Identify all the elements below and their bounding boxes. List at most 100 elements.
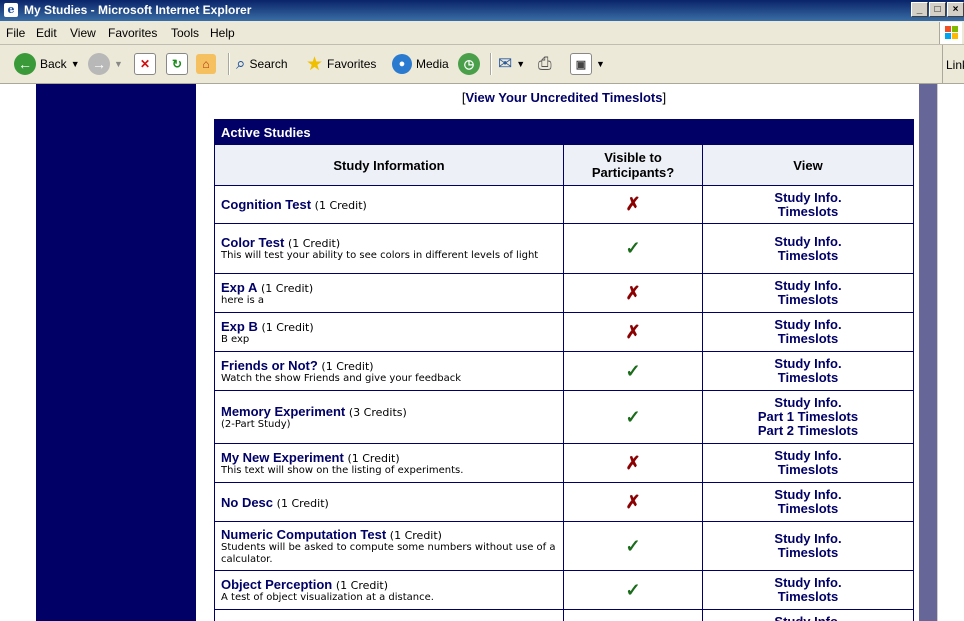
star-icon: ★: [306, 53, 324, 75]
study-info-link[interactable]: Study Info.: [704, 190, 912, 205]
table-row: Friends or Not? (1 Credit) Watch the show…: [214, 351, 914, 391]
search-label: Search: [249, 57, 288, 71]
mail-button[interactable]: ✉ ▼: [498, 52, 525, 76]
study-info-link[interactable]: Study Info.: [704, 449, 912, 463]
timeslots-link[interactable]: Timeslots: [704, 293, 912, 307]
visibility-cell: ✗: [563, 443, 703, 483]
refresh-icon: ↻: [166, 53, 188, 75]
visibility-cell: ✗: [563, 185, 703, 224]
study-name[interactable]: Exp B: [221, 319, 258, 334]
media-button[interactable]: ● Media: [392, 52, 449, 76]
study-info-link[interactable]: Study Info.: [704, 532, 912, 546]
timeslots-link[interactable]: Timeslots: [704, 248, 912, 263]
study-info-link[interactable]: Study Info.: [704, 576, 912, 590]
close-button[interactable]: ×: [947, 2, 964, 17]
menu-tools[interactable]: Tools: [171, 26, 199, 40]
check-icon: ✓: [625, 579, 641, 600]
uncredited-timeslots-line: [View Your Uncredited Timeslots]: [214, 90, 914, 105]
table-row: Quick Web Experiment (1 Credit)✓Study In…: [214, 609, 914, 621]
timeslots-link[interactable]: Part 1 Timeslots: [704, 410, 912, 424]
favorites-button[interactable]: ★ Favorites: [306, 52, 376, 76]
study-description: This text will show on the listing of ex…: [221, 464, 464, 476]
table-row: My New Experiment (1 Credit) This text wi…: [214, 443, 914, 483]
study-name[interactable]: Color Test: [221, 235, 284, 250]
study-name[interactable]: My New Experiment: [221, 450, 344, 465]
study-credit: (1 Credit): [321, 359, 374, 373]
view-links-cell: Study Info.Timeslots: [702, 570, 914, 610]
menu-bar: File Edit View Favorites Tools Help: [0, 22, 964, 45]
links-bar[interactable]: Links: [942, 45, 964, 83]
study-name[interactable]: Friends or Not?: [221, 358, 318, 373]
forward-dropdown-icon: ▼: [114, 59, 123, 69]
refresh-button[interactable]: ↻: [166, 52, 188, 76]
title-bar: e My Studies - Microsoft Internet Explor…: [0, 0, 964, 21]
timeslots-link[interactable]: Timeslots: [704, 590, 912, 604]
study-info-link[interactable]: Study Info.: [704, 318, 912, 332]
toolbar-separator: [490, 53, 492, 75]
study-name[interactable]: Exp A: [221, 280, 257, 295]
minimize-button[interactable]: _: [911, 2, 928, 17]
menu-view[interactable]: View: [70, 26, 96, 40]
toolbar-separator: [228, 53, 230, 75]
back-button[interactable]: ← Back ▼: [14, 52, 80, 76]
visibility-cell: ✓: [563, 521, 703, 571]
study-info-link[interactable]: Study Info.: [704, 234, 912, 249]
timeslots-link[interactable]: Part 2 Timeslots: [704, 424, 912, 438]
media-globe-icon: ●: [392, 54, 412, 74]
back-arrow-icon: ←: [14, 53, 36, 75]
study-info-link[interactable]: Study Info.: [704, 488, 912, 502]
timeslots-link[interactable]: Timeslots: [704, 204, 912, 219]
history-icon: ◷: [458, 53, 480, 75]
print-button[interactable]: ⎙: [538, 52, 552, 76]
search-button[interactable]: ⌕ Search: [236, 52, 288, 76]
study-info-link[interactable]: Study Info.: [704, 357, 912, 371]
study-name[interactable]: Numeric Computation Test: [221, 527, 386, 542]
history-button[interactable]: ◷: [458, 52, 480, 76]
timeslots-link[interactable]: Timeslots: [704, 371, 912, 385]
window-title: My Studies - Microsoft Internet Explorer: [24, 3, 252, 17]
study-info-link[interactable]: Study Info.: [704, 615, 912, 621]
study-name[interactable]: Memory Experiment: [221, 404, 345, 419]
ie-icon: e: [4, 3, 18, 17]
left-navigation-panel: [36, 84, 196, 621]
search-icon: ⌕: [236, 54, 246, 73]
menu-favorites[interactable]: Favorites: [108, 26, 157, 40]
study-description: Watch the show Friends and give your fee…: [221, 372, 462, 384]
study-name[interactable]: Cognition Test: [221, 197, 311, 212]
view-links-cell: Study Info. Part 1 Timeslots Part 2 Timesl…: [702, 390, 914, 444]
study-credit: (1 Credit): [389, 528, 442, 542]
study-info-cell: Numeric Computation Test (1 Credit) Stude…: [214, 521, 564, 571]
stop-button[interactable]: ✕: [134, 52, 156, 76]
check-icon: ✓: [625, 406, 641, 427]
visibility-cell: ✓: [563, 390, 703, 444]
menu-help[interactable]: Help: [210, 26, 235, 40]
timeslots-link[interactable]: Timeslots: [704, 546, 912, 560]
cross-icon: ✗: [625, 194, 641, 214]
forward-button[interactable]: → ▼: [88, 52, 123, 76]
study-name[interactable]: Object Perception: [221, 577, 332, 592]
home-button[interactable]: ⌂: [196, 52, 216, 76]
right-accent-bar: [919, 84, 937, 621]
study-info-cell: No Desc (1 Credit): [214, 482, 564, 522]
study-credit: (1 Credit): [261, 320, 314, 334]
study-info-cell: Color Test (1 Credit) This will test your…: [214, 223, 564, 274]
study-description: Students will be asked to compute some n…: [221, 541, 556, 565]
stop-icon: ✕: [134, 53, 156, 75]
study-name[interactable]: No Desc: [221, 495, 273, 510]
visibility-cell: ✓: [563, 609, 703, 621]
timeslots-link[interactable]: Timeslots: [704, 502, 912, 516]
study-info-link[interactable]: Study Info.: [704, 396, 912, 410]
visibility-cell: ✗: [563, 482, 703, 522]
study-description: here is a: [221, 294, 265, 306]
study-description: B exp: [221, 333, 250, 345]
menu-edit[interactable]: Edit: [36, 26, 57, 40]
study-info-link[interactable]: Study Info.: [704, 279, 912, 293]
toolbar: ← Back ▼ → ▼ ✕ ↻ ⌂ ⌕ Search ★ Favorites …: [0, 45, 964, 84]
uncredited-timeslots-link[interactable]: View Your Uncredited Timeslots: [466, 90, 663, 105]
timeslots-link[interactable]: Timeslots: [704, 332, 912, 346]
edit-button[interactable]: ▣ ▼: [570, 52, 605, 76]
menu-file[interactable]: File: [6, 26, 25, 40]
timeslots-link[interactable]: Timeslots: [704, 463, 912, 477]
maximize-button[interactable]: □: [929, 2, 946, 17]
mail-icon: ✉: [498, 54, 513, 73]
